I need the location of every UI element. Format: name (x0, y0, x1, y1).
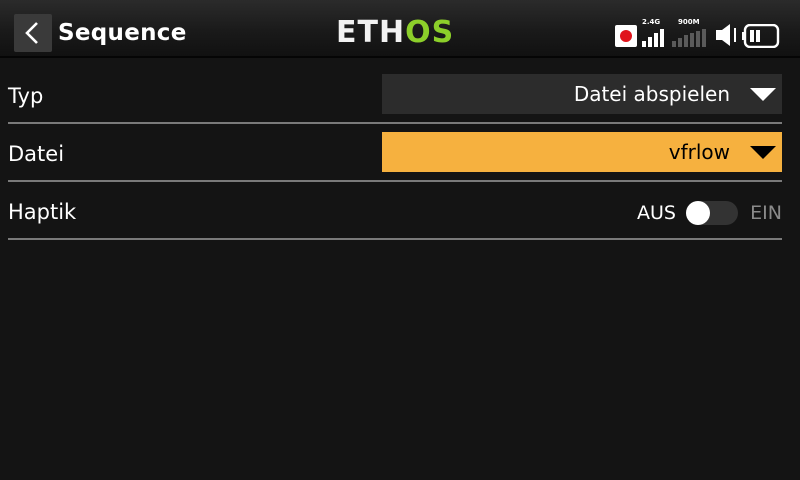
dropdown-arrow-icon (750, 88, 776, 101)
speaker-mute-icon (716, 24, 736, 46)
datei-dropdown[interactable]: vfrlow (382, 132, 782, 172)
battery-icon (742, 24, 780, 48)
record-icon (615, 25, 637, 47)
toggle-off-label: AUS (637, 202, 676, 224)
datei-dropdown-value: vfrlow (668, 140, 730, 164)
typ-label: Typ (8, 84, 44, 108)
toggle-knob[interactable] (686, 201, 710, 225)
typ-dropdown[interactable]: Datei abspielen (382, 74, 782, 114)
row-typ: Typ Datei abspielen (8, 66, 782, 124)
back-button[interactable] (14, 14, 52, 52)
row-haptik: Haptik AUS EIN (8, 182, 782, 240)
signal-24-bars-icon (642, 29, 666, 47)
ethos-logo: ETHOS (336, 16, 454, 50)
chevron-left-icon (25, 22, 38, 44)
row-datei: Datei vfrlow (8, 124, 782, 182)
signal-900-bars-icon (672, 29, 714, 47)
haptik-label: Haptik (8, 200, 77, 224)
signal-900-label: 900M (678, 18, 700, 26)
datei-label: Datei (8, 142, 65, 166)
header-bar: Sequence ETHOS 2.4G 900M (0, 0, 800, 58)
dropdown-arrow-icon (750, 146, 776, 159)
logo-part-eth: ETH (336, 15, 406, 50)
page-title: Sequence (58, 20, 187, 46)
haptik-toggle[interactable]: AUS EIN (582, 200, 782, 226)
toggle-on-label: EIN (750, 202, 782, 224)
toggle-switch[interactable] (686, 201, 738, 225)
signal-24-label: 2.4G (642, 18, 661, 26)
typ-dropdown-value: Datei abspielen (573, 82, 730, 106)
logo-part-os: OS (405, 15, 455, 50)
